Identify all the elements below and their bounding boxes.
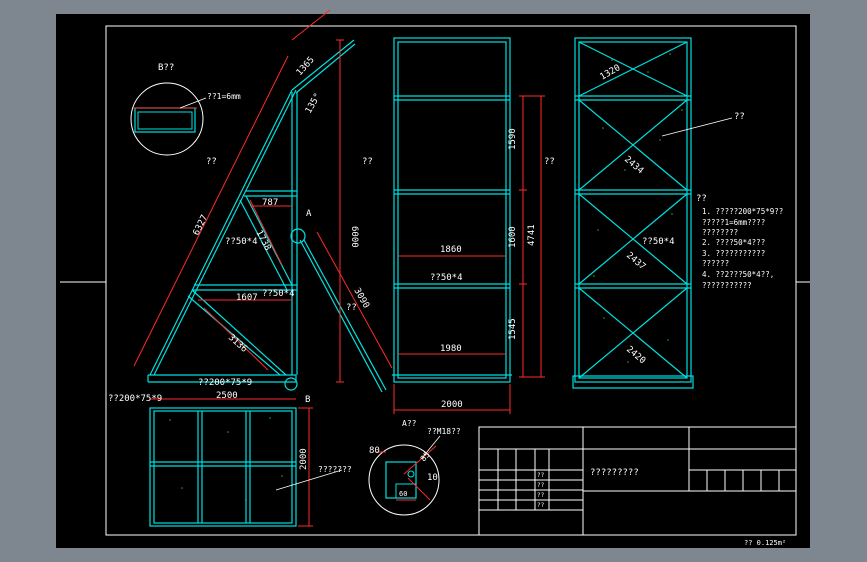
note-line: 2. ????50*4???	[702, 238, 765, 247]
dim-2000-front: 2000	[441, 400, 463, 410]
notes-heading: ??	[696, 194, 707, 204]
back-leader-label: ??	[734, 112, 745, 122]
dim-1980: 1980	[440, 344, 462, 354]
point-a-label: A	[306, 209, 312, 219]
note-line: ??????	[702, 259, 729, 268]
detail-a-note: ??M18??	[427, 427, 461, 436]
note-line: 3. ???????????	[702, 249, 765, 258]
dim-6000: 6000	[349, 226, 359, 248]
dim-2000-plan: 2000	[299, 448, 309, 470]
front-view-label: ??	[362, 157, 373, 167]
note-line: ?????1=6mm????	[702, 218, 765, 227]
drawing-title: ?????????	[590, 468, 639, 478]
title-row-tag: ??	[537, 502, 545, 509]
note-line: ???????????	[702, 281, 752, 290]
note-line: 4. ??2???50*4??,	[702, 270, 774, 279]
dim-1545: 1545	[508, 318, 518, 340]
back-view-label: ??	[544, 157, 555, 167]
dim-1590: 1590	[508, 128, 518, 150]
side-view-label: ??	[206, 157, 217, 167]
title-row-tag: ??	[537, 482, 545, 489]
steel-note-side-2: ??50*4	[262, 289, 295, 299]
dim-787: 787	[262, 198, 278, 208]
detail-a-label: A??	[402, 419, 417, 428]
dim-1600: 1600	[508, 226, 518, 248]
prop-note: ??	[346, 303, 357, 313]
note-line: 1. ?????200*75*9??	[702, 207, 783, 216]
detail-b-note: ??1=6mm	[207, 92, 241, 101]
left-base-note: ??200*75*9	[108, 394, 162, 404]
note-line: ????????	[702, 228, 738, 237]
title-row-tag: ??	[537, 492, 545, 499]
steel-note-side-1: ??50*4	[225, 237, 258, 247]
steel-note-front: ??50*4	[430, 273, 463, 283]
footer-note: ?? 0.125m²	[744, 539, 786, 547]
dim-4741: 4741	[527, 224, 537, 246]
dim-10: 10	[427, 473, 438, 483]
detail-b-label: B??	[158, 63, 174, 73]
dim-80: 80	[369, 446, 380, 456]
dim-60: 60	[399, 490, 407, 498]
point-b-label: B	[305, 395, 310, 405]
dim-2500: 2500	[216, 391, 238, 401]
base-note: ??200*75*9	[198, 378, 252, 388]
steel-note-back: ??50*4	[642, 237, 675, 247]
dim-1860: 1860	[440, 245, 462, 255]
cad-drawing-canvas: ?? 1365 135° 6000 6327 787 1738 ??50*4 1…	[56, 9, 810, 548]
title-row-tag: ??	[537, 472, 545, 479]
plan-note: ???????	[318, 465, 352, 474]
dim-1607: 1607	[236, 293, 258, 303]
